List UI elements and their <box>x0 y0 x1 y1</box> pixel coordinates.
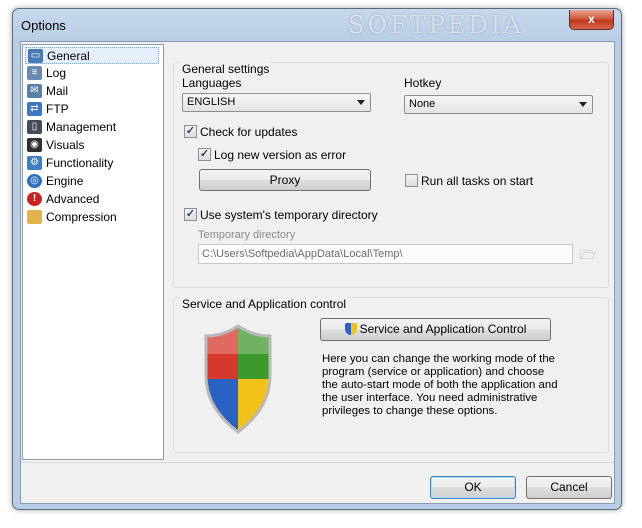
sidebar-item-mail[interactable]: ✉ Mail <box>25 83 159 100</box>
chevron-down-icon <box>579 102 587 107</box>
ok-button[interactable]: OK <box>430 476 516 499</box>
ok-button-label: OK <box>464 480 482 494</box>
cancel-button-label: Cancel <box>550 480 588 494</box>
sidebar-item-label: Compression <box>46 210 117 224</box>
window-title: Options <box>21 18 66 33</box>
hotkey-select[interactable]: None <box>404 95 593 114</box>
sidebar-item-management[interactable]: ▯ Management <box>25 119 159 136</box>
group-title: General settings <box>180 62 272 76</box>
sidebar-item-visuals[interactable]: ◉ Visuals <box>25 137 159 154</box>
temp-dir-label: Use system's temporary directory <box>200 208 378 222</box>
proxy-button[interactable]: Proxy <box>199 169 371 191</box>
run-all-checkbox[interactable] <box>405 174 418 187</box>
temp-dir-input[interactable]: C:\Users\Softpedia\AppData\Local\Temp\ <box>198 244 573 264</box>
mail-icon: ✉ <box>27 84 42 98</box>
close-button[interactable]: x <box>569 10 614 30</box>
run-all-label: Run all tasks on start <box>421 174 534 188</box>
temp-dir-field-label: Temporary directory <box>198 229 296 241</box>
footer-divider <box>21 462 614 463</box>
log-icon: ≡ <box>27 66 42 80</box>
group-title: Service and Application control <box>180 297 349 311</box>
sidebar-item-label: Functionality <box>46 156 114 170</box>
temp-dir-value: C:\Users\Softpedia\AppData\Local\Temp\ <box>202 248 403 260</box>
sidebar-item-compression[interactable]: Compression <box>25 209 159 226</box>
check-updates-label: Check for updates <box>200 125 298 139</box>
service-description: Here you can change the working mode of … <box>322 353 558 417</box>
folder-browse-icon[interactable]: 🗁 <box>580 246 596 268</box>
hotkey-value: None <box>409 98 436 110</box>
sidebar-item-functionality[interactable]: ⚙ Functionality <box>25 155 159 172</box>
sidebar-item-label: Log <box>46 66 67 80</box>
hotkey-label: Hotkey <box>404 76 442 90</box>
sidebar-item-label: Mail <box>46 84 69 98</box>
ftp-icon: ⇄ <box>27 102 42 116</box>
folder-icon <box>27 210 42 224</box>
sidebar-item-advanced[interactable]: ! Advanced <box>25 191 159 208</box>
sidebar-item-log[interactable]: ≡ Log <box>25 65 159 82</box>
title-bar[interactable]: Options SOFTPEDIA x <box>13 9 621 43</box>
management-icon: ▯ <box>27 120 42 134</box>
temp-dir-checkbox[interactable]: ✓ <box>184 208 197 221</box>
shield-icon <box>204 324 272 434</box>
sidebar-item-engine[interactable]: ◎ Engine <box>25 173 159 190</box>
cancel-button[interactable]: Cancel <box>526 476 612 499</box>
service-control-button-label: Service and Application Control <box>359 322 527 336</box>
languages-label: Languages <box>182 76 242 90</box>
dialog-client: ▭ General ≡ Log ✉ Mail ⇄ FTP ▯ Managemen… <box>20 41 615 504</box>
sidebar-nav: ▭ General ≡ Log ✉ Mail ⇄ FTP ▯ Managemen… <box>22 44 164 460</box>
sidebar-item-label: Engine <box>46 174 84 188</box>
proxy-button-label: Proxy <box>269 173 301 187</box>
uac-shield-icon <box>344 323 357 335</box>
check-updates-checkbox[interactable]: ✓ <box>184 125 197 138</box>
watermark: SOFTPEDIA <box>348 11 524 39</box>
general-settings-group: General settings Languages ENGLISH Hotke… <box>173 62 609 288</box>
options-window: Options SOFTPEDIA x ▭ General ≡ Log ✉ Ma… <box>12 8 622 510</box>
functionality-icon: ⚙ <box>27 156 42 170</box>
log-version-checkbox[interactable]: ✓ <box>198 148 211 161</box>
sidebar-item-label: FTP <box>46 102 69 116</box>
sidebar-item-general[interactable]: ▭ General <box>25 47 159 64</box>
sidebar-item-label: Visuals <box>46 138 85 152</box>
service-control-group: Service and Application control Service … <box>173 297 609 453</box>
sidebar-item-label: Advanced <box>46 192 100 206</box>
log-version-label: Log new version as error <box>214 148 347 162</box>
camera-icon: ◉ <box>27 138 42 152</box>
chevron-down-icon <box>357 100 365 105</box>
service-control-button[interactable]: Service and Application Control <box>320 318 551 341</box>
engine-icon: ◎ <box>27 174 42 188</box>
window-icon: ▭ <box>28 49 43 63</box>
sidebar-item-label: General <box>47 49 90 63</box>
sidebar-item-ftp[interactable]: ⇄ FTP <box>25 101 159 118</box>
languages-value: ENGLISH <box>187 96 236 108</box>
close-icon: x <box>588 12 595 26</box>
languages-select[interactable]: ENGLISH <box>182 93 371 112</box>
sidebar-item-label: Management <box>46 120 117 134</box>
warning-icon: ! <box>27 192 42 206</box>
